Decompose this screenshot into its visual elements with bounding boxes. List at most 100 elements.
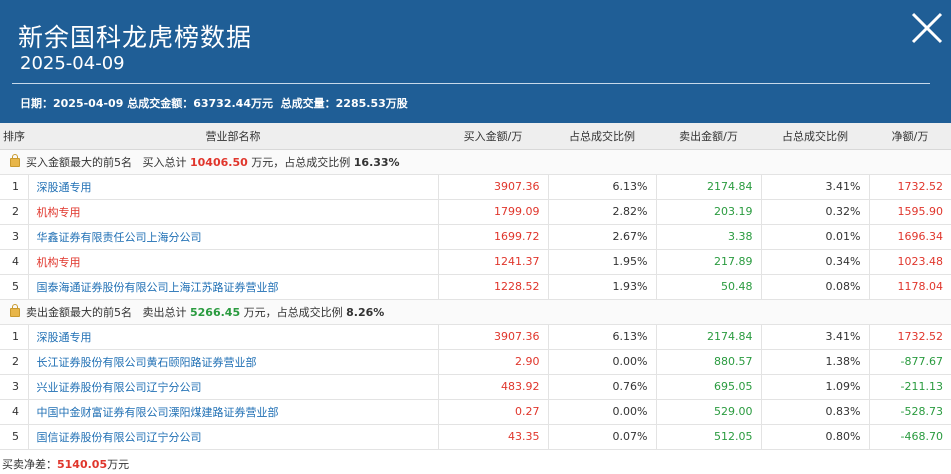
table-row: 3 华鑫证券有限责任公司上海分公司 1699.72 2.67% 3.38 0.01% 169… — [0, 224, 951, 250]
col-rank: 排序 — [0, 123, 28, 150]
col-sell-ratio: 占总成交比例 — [761, 123, 869, 150]
broker-name-link[interactable]: 兴业证券股份有限公司辽宁分公司 — [28, 374, 439, 400]
header: 新余国科龙虎榜数据 2025-04-09 日期：2025-04-09 总成交金额… — [0, 0, 951, 123]
buy-amount-cell: 43.35 — [438, 424, 549, 450]
sell-amount-cell: 695.05 — [656, 374, 762, 400]
summary-date-label: 日期： — [20, 97, 53, 110]
sell-amount-cell: 529.00 — [656, 399, 762, 425]
net-amount-cell: -528.73 — [869, 399, 951, 425]
table-row: 2 长江证券股份有限公司黄石颐阳路证券营业部 2.90 0.00% 880.57 1.38… — [0, 349, 951, 375]
broker-name-link[interactable]: 机构专用 — [28, 249, 439, 275]
sell-amount-cell: 50.48 — [656, 274, 762, 300]
buy-ratio-cell: 2.67% — [548, 224, 657, 250]
sell-ratio-cell: 1.09% — [761, 374, 870, 400]
buy-amount-cell: 1241.37 — [438, 249, 549, 275]
buy-ratio-cell: 0.07% — [548, 424, 657, 450]
buy-ratio-cell: 6.13% — [548, 174, 657, 200]
buy-amount-cell: 1228.52 — [438, 274, 549, 300]
buy-amount-cell: 3907.36 — [438, 324, 549, 350]
net-amount-cell: 1732.52 — [869, 174, 951, 200]
net-amount-cell: 1023.48 — [869, 249, 951, 275]
rank-cell: 1 — [0, 324, 29, 350]
sell-amount-cell: 203.19 — [656, 199, 762, 225]
sell-ratio-cell: 0.32% — [761, 199, 870, 225]
net-amount-cell: 1178.04 — [869, 274, 951, 300]
net-amount-cell: 1696.34 — [869, 224, 951, 250]
col-buy-ratio: 占总成交比例 — [548, 123, 656, 150]
rank-cell: 5 — [0, 274, 29, 300]
summary-date: 2025-04-09 — [53, 97, 124, 110]
buy-section-label: 买入金额最大的前5名 — [26, 155, 132, 169]
sell-ratio-cell: 0.34% — [761, 249, 870, 275]
broker-name-link[interactable]: 华鑫证券有限责任公司上海分公司 — [28, 224, 439, 250]
sell-total-label: 卖出总计 — [142, 305, 187, 319]
table-row: 4 机构专用 1241.37 1.95% 217.89 0.34% 1023.48 — [0, 249, 951, 275]
rank-cell: 2 — [0, 349, 29, 375]
rank-cell: 4 — [0, 249, 29, 275]
sell-total-unit: 万元，占总成交比例 — [243, 305, 343, 319]
sell-amount-cell: 2174.84 — [656, 324, 762, 350]
close-icon[interactable] — [909, 10, 945, 46]
rank-cell: 3 — [0, 224, 29, 250]
rank-cell: 3 — [0, 374, 29, 400]
buy-section-header: 买入金额最大的前5名 买入总计 10406.50 万元，占总成交比例 16.33… — [0, 149, 951, 175]
table-row: 1 深股通专用 3907.36 6.13% 2174.84 3.41% 1732.52 — [0, 174, 951, 200]
sell-amount-cell: 512.05 — [656, 424, 762, 450]
sell-amount-cell: 217.89 — [656, 249, 762, 275]
broker-name-link[interactable]: 深股通专用 — [28, 174, 439, 200]
net-label: 买卖净差： — [2, 458, 57, 471]
broker-name-link[interactable]: 深股通专用 — [28, 324, 439, 350]
buy-ratio-cell: 0.76% — [548, 374, 657, 400]
rank-cell: 4 — [0, 399, 29, 425]
net-amount-cell: -877.67 — [869, 349, 951, 375]
broker-name-link[interactable]: 中国中金财富证券有限公司溧阳煤建路证券营业部 — [28, 399, 439, 425]
net-amount-cell: 1595.90 — [869, 199, 951, 225]
buy-total-unit: 万元，占总成交比例 — [251, 155, 351, 169]
sell-ratio-cell: 0.83% — [761, 399, 870, 425]
sell-ratio-cell: 1.38% — [761, 349, 870, 375]
broker-name-link[interactable]: 国泰海通证券股份有限公司上海江苏路证券营业部 — [28, 274, 439, 300]
sell-section-header: 卖出金额最大的前5名 卖出总计 5266.45 万元，占总成交比例 8.26% — [0, 299, 951, 325]
broker-name-link[interactable]: 长江证券股份有限公司黄石颐阳路证券营业部 — [28, 349, 439, 375]
sell-total-value: 5266.45 — [190, 305, 241, 319]
buy-amount-cell: 1699.72 — [438, 224, 549, 250]
buy-ratio-cell: 0.00% — [548, 349, 657, 375]
buy-ratio-cell: 0.00% — [548, 399, 657, 425]
rank-cell: 2 — [0, 199, 29, 225]
col-buy: 买入金额/万 — [438, 123, 548, 150]
net-amount-cell: 1732.52 — [869, 324, 951, 350]
header-divider — [12, 83, 930, 84]
buy-ratio-cell: 2.82% — [548, 199, 657, 225]
rank-cell: 5 — [0, 424, 29, 450]
buy-amount-cell: 1799.09 — [438, 199, 549, 225]
lock-icon — [10, 153, 20, 167]
summary-amount: 63732.44万元 — [193, 97, 273, 110]
sell-ratio-cell: 3.41% — [761, 174, 870, 200]
net-amount-cell: -468.70 — [869, 424, 951, 450]
sell-total-ratio: 8.26% — [346, 305, 385, 319]
buy-amount-cell: 3907.36 — [438, 174, 549, 200]
buy-total-value: 10406.50 — [190, 155, 248, 169]
net-amount-cell: -211.13 — [869, 374, 951, 400]
buy-ratio-cell: 6.13% — [548, 324, 657, 350]
broker-name-link[interactable]: 国信证券股份有限公司辽宁分公司 — [28, 424, 439, 450]
buy-amount-cell: 483.92 — [438, 374, 549, 400]
summary-volume-label: 总成交量： — [280, 97, 336, 110]
net-difference: 买卖净差：5140.05万元 — [2, 456, 129, 472]
table-row: 5 国泰海通证券股份有限公司上海江苏路证券营业部 1228.52 1.93% 50.48… — [0, 274, 951, 300]
rank-cell: 1 — [0, 174, 29, 200]
page-title: 新余国科龙虎榜数据 — [18, 23, 253, 52]
sell-ratio-cell: 0.01% — [761, 224, 870, 250]
sell-amount-cell: 2174.84 — [656, 174, 762, 200]
sell-section-label: 卖出金额最大的前5名 — [26, 305, 132, 319]
buy-total-ratio: 16.33% — [353, 155, 400, 169]
sell-ratio-cell: 3.41% — [761, 324, 870, 350]
buy-amount-cell: 0.27 — [438, 399, 549, 425]
broker-name-link[interactable]: 机构专用 — [28, 199, 439, 225]
col-name: 营业部名称 — [28, 123, 438, 150]
sell-amount-cell: 3.38 — [656, 224, 762, 250]
table-row: 1 深股通专用 3907.36 6.13% 2174.84 3.41% 1732.52 — [0, 324, 951, 350]
table-row: 4 中国中金财富证券有限公司溧阳煤建路证券营业部 0.27 0.00% 529.00 0.… — [0, 399, 951, 425]
page-date: 2025-04-09 — [20, 53, 125, 74]
summary-line: 日期：2025-04-09 总成交金额：63732.44万元 总成交量：2285… — [20, 95, 408, 111]
